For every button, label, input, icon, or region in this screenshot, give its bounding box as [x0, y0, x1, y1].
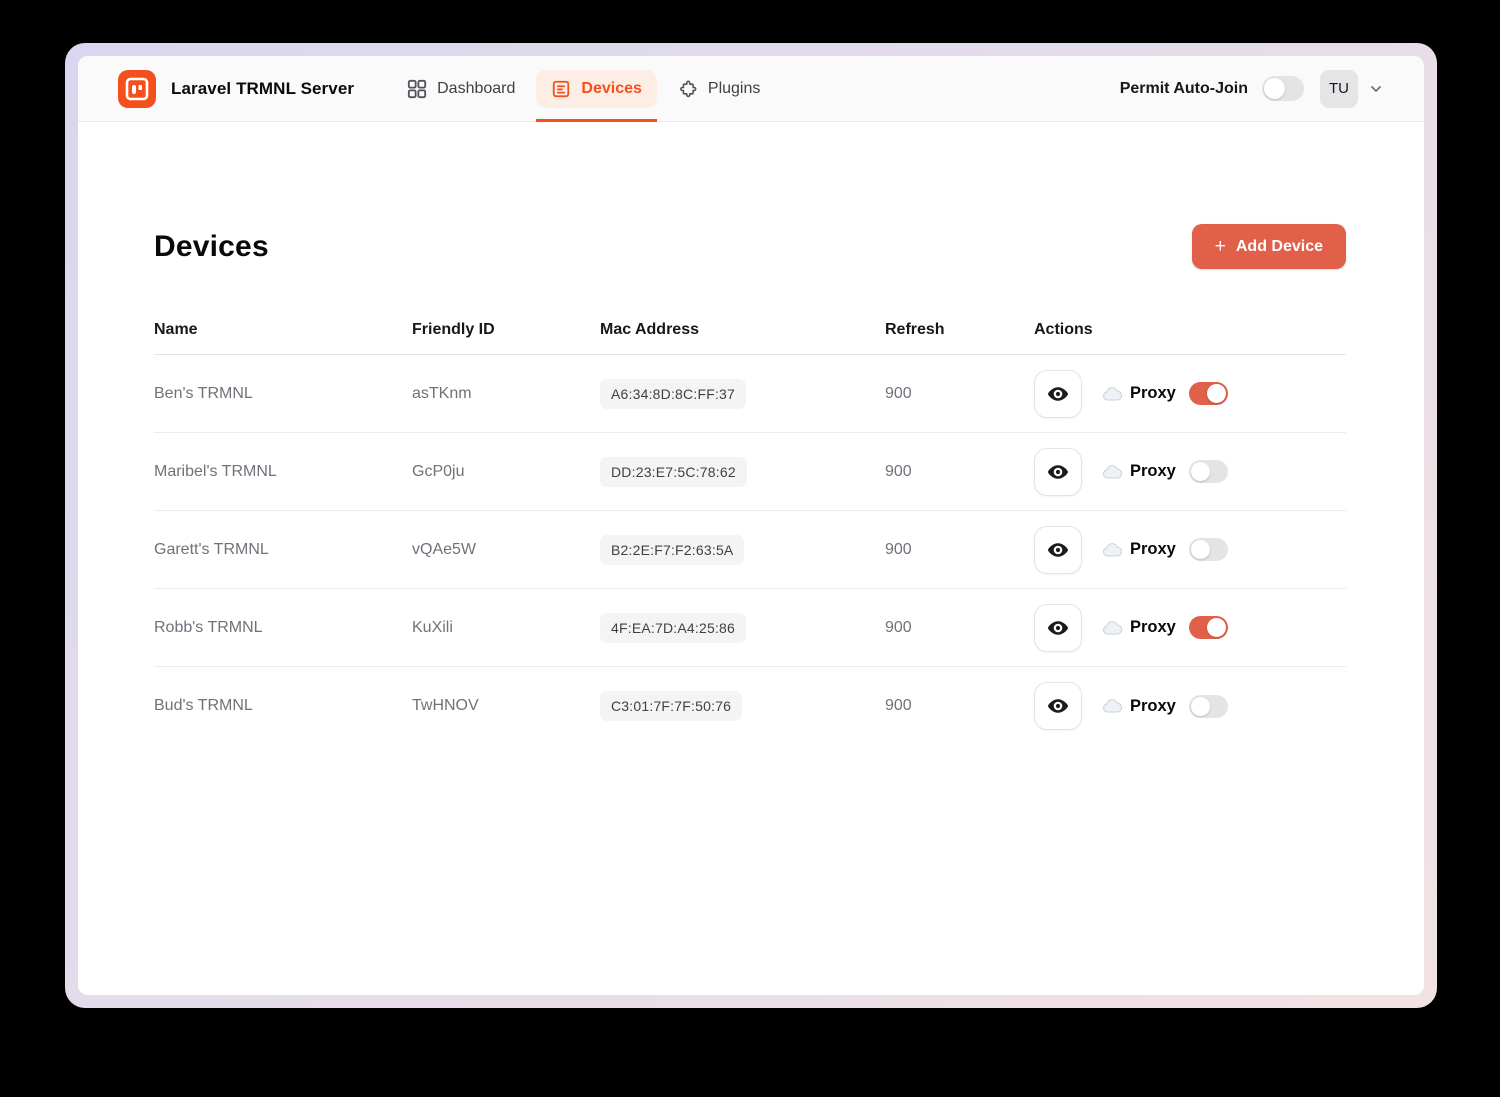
- window-frame: Laravel TRMNL Server Dashboard: [65, 43, 1437, 1008]
- tab-dashboard[interactable]: Dashboard: [392, 56, 530, 121]
- mac-address-badge: 4F:EA:7D:A4:25:86: [600, 613, 746, 643]
- table-row: Ben's TRMNL asTKnm A6:34:8D:8C:FF:37 900: [154, 355, 1346, 433]
- eye-icon: [1046, 382, 1070, 406]
- table-row: Maribel's TRMNL GcP0ju DD:23:E7:5C:78:62…: [154, 433, 1346, 511]
- device-friendly-id: GcP0ju: [412, 463, 600, 481]
- table-row: Bud's TRMNL TwHNOV C3:01:7F:7F:50:76 900: [154, 667, 1346, 745]
- proxy-label: Proxy: [1130, 618, 1176, 637]
- row-actions: Proxy: [1034, 526, 1346, 574]
- device-refresh: 900: [885, 385, 1034, 403]
- eye-icon: [1046, 460, 1070, 484]
- device-refresh: 900: [885, 619, 1034, 637]
- eye-icon: [1046, 694, 1070, 718]
- tab-devices-label: Devices: [581, 80, 642, 98]
- device-name: Ben's TRMNL: [154, 385, 412, 403]
- mac-address-badge: B2:2E:F7:F2:63:5A: [600, 535, 744, 565]
- page-header: Devices + Add Device: [154, 224, 1346, 269]
- view-device-button[interactable]: [1034, 682, 1082, 730]
- device-refresh: 900: [885, 541, 1034, 559]
- device-name: Bud's TRMNL: [154, 697, 412, 715]
- plus-icon: +: [1215, 237, 1226, 256]
- table-row: Garett's TRMNL vQAe5W B2:2E:F7:F2:63:5A …: [154, 511, 1346, 589]
- device-friendly-id: vQAe5W: [412, 541, 600, 559]
- view-device-button[interactable]: [1034, 370, 1082, 418]
- eye-icon: [1046, 616, 1070, 640]
- proxy-toggle[interactable]: [1189, 382, 1228, 405]
- device-friendly-id: TwHNOV: [412, 697, 600, 715]
- device-friendly-id: KuXili: [412, 619, 600, 637]
- proxy-control: Proxy: [1103, 616, 1228, 639]
- navbar: Laravel TRMNL Server Dashboard: [78, 56, 1424, 122]
- trmnl-logo-icon: [125, 77, 149, 101]
- chevron-down-icon[interactable]: [1368, 81, 1384, 97]
- proxy-label: Proxy: [1130, 462, 1176, 481]
- proxy-control: Proxy: [1103, 382, 1228, 405]
- device-name: Garett's TRMNL: [154, 541, 412, 559]
- view-device-button[interactable]: [1034, 526, 1082, 574]
- proxy-label: Proxy: [1130, 540, 1176, 559]
- device-list-icon: [551, 79, 571, 99]
- tab-devices[interactable]: Devices: [536, 56, 657, 121]
- view-device-button[interactable]: [1034, 604, 1082, 652]
- proxy-control: Proxy: [1103, 460, 1228, 483]
- table-row: Robb's TRMNL KuXili 4F:EA:7D:A4:25:86 90…: [154, 589, 1346, 667]
- user-avatar[interactable]: TU: [1320, 70, 1358, 108]
- mac-address-badge: C3:01:7F:7F:50:76: [600, 691, 742, 721]
- add-device-label: Add Device: [1236, 238, 1323, 256]
- page-content: Devices + Add Device Name Friendly ID Ma…: [78, 122, 1424, 995]
- permit-auto-join-toggle[interactable]: [1262, 76, 1304, 101]
- cloud-icon: [1103, 465, 1122, 479]
- cloud-icon: [1103, 699, 1122, 713]
- proxy-label: Proxy: [1130, 697, 1176, 716]
- row-actions: Proxy: [1034, 682, 1346, 730]
- permit-auto-join-label: Permit Auto-Join: [1120, 80, 1248, 98]
- devices-table: Name Friendly ID Mac Address Refresh Act…: [154, 305, 1346, 745]
- add-device-button[interactable]: + Add Device: [1192, 224, 1346, 269]
- nav-tabs: Dashboard Devices: [392, 56, 775, 121]
- header-mac-address: Mac Address: [600, 321, 885, 339]
- proxy-toggle[interactable]: [1189, 695, 1228, 718]
- cloud-icon: [1103, 543, 1122, 557]
- grid-icon: [407, 79, 427, 99]
- cloud-icon: [1103, 387, 1122, 401]
- app-title: Laravel TRMNL Server: [171, 79, 354, 99]
- device-friendly-id: asTKnm: [412, 385, 600, 403]
- mac-address-badge: A6:34:8D:8C:FF:37: [600, 379, 746, 409]
- header-friendly-id: Friendly ID: [412, 321, 600, 339]
- table-header-row: Name Friendly ID Mac Address Refresh Act…: [154, 305, 1346, 355]
- eye-icon: [1046, 538, 1070, 562]
- tab-plugins[interactable]: Plugins: [663, 56, 775, 121]
- row-actions: Proxy: [1034, 604, 1346, 652]
- tab-dashboard-label: Dashboard: [437, 80, 515, 98]
- proxy-control: Proxy: [1103, 538, 1228, 561]
- view-device-button[interactable]: [1034, 448, 1082, 496]
- proxy-control: Proxy: [1103, 695, 1228, 718]
- device-refresh: 900: [885, 463, 1034, 481]
- header-name: Name: [154, 321, 412, 339]
- proxy-toggle[interactable]: [1189, 460, 1228, 483]
- page-title: Devices: [154, 230, 269, 264]
- proxy-label: Proxy: [1130, 384, 1176, 403]
- puzzle-icon: [678, 79, 698, 99]
- proxy-toggle[interactable]: [1189, 538, 1228, 561]
- cloud-icon: [1103, 621, 1122, 635]
- mac-address-badge: DD:23:E7:5C:78:62: [600, 457, 747, 487]
- header-refresh: Refresh: [885, 321, 1034, 339]
- device-name: Maribel's TRMNL: [154, 463, 412, 481]
- device-name: Robb's TRMNL: [154, 619, 412, 637]
- row-actions: Proxy: [1034, 370, 1346, 418]
- table-body: Ben's TRMNL asTKnm A6:34:8D:8C:FF:37 900: [154, 355, 1346, 745]
- device-refresh: 900: [885, 697, 1034, 715]
- header-actions: Actions: [1034, 321, 1346, 339]
- navbar-right: Permit Auto-Join TU: [1120, 70, 1384, 108]
- row-actions: Proxy: [1034, 448, 1346, 496]
- proxy-toggle[interactable]: [1189, 616, 1228, 639]
- tab-plugins-label: Plugins: [708, 80, 760, 98]
- app-window: Laravel TRMNL Server Dashboard: [78, 56, 1424, 995]
- app-logo: [118, 70, 156, 108]
